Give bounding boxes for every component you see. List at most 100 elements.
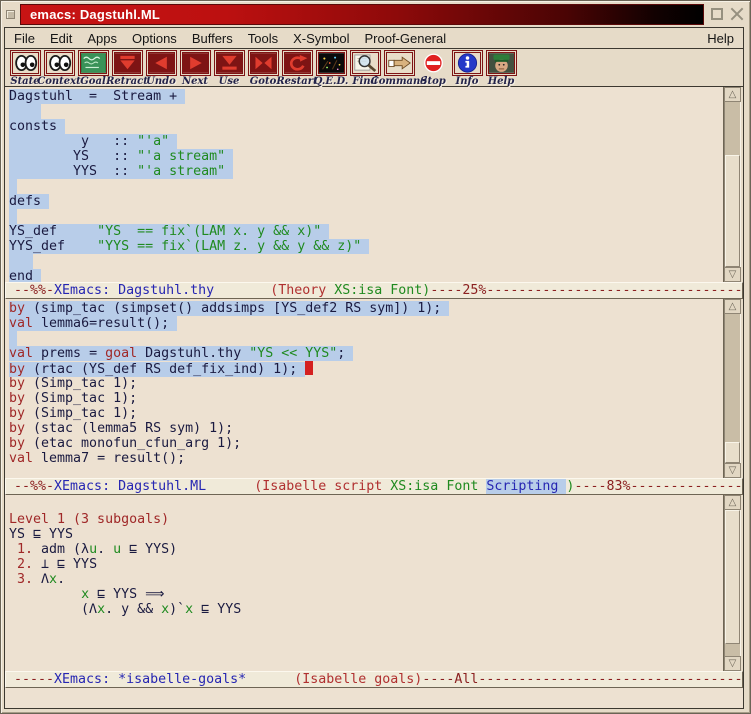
goto-button[interactable]: Goto <box>246 50 280 87</box>
goals-text-area[interactable]: Level 1 (3 subgoals)YS ⊑ YYS 1. adm (λu.… <box>5 495 723 671</box>
buffer-line: by (rtac (YS_def RS def_fix_ind) 1); <box>9 361 723 376</box>
scrollbar-track[interactable] <box>724 102 741 267</box>
buffer-line: val lemma7 = result(); <box>9 451 723 466</box>
goals-modeline: -----XEmacs: *isabelle-goals* (Isabelle … <box>5 671 743 688</box>
circular-arrow-icon <box>282 50 313 76</box>
buffer-line: by (etac monofun_cfun_arg 1); <box>9 436 723 451</box>
menu-item-options[interactable]: Options <box>132 31 177 46</box>
goal-button[interactable]: Goal <box>76 50 110 87</box>
theory-text-area[interactable]: Dagstuhl = Stream +consts y :: "'a" YS :… <box>5 87 723 282</box>
buffer-line: by (Simp_tac 1); <box>9 376 723 391</box>
buffer-line: by (Simp_tac 1); <box>9 391 723 406</box>
buffer-line: YS_def "YS == fix`(LAM x. y && x)" <box>9 224 723 239</box>
scrollbar-thumb[interactable] <box>725 155 740 267</box>
scrollbar-thumb[interactable] <box>725 442 740 463</box>
buffer-line: 2. ⊥ ⊑ YYS <box>9 557 723 572</box>
window-menu-icon[interactable] <box>6 10 15 19</box>
buffer-line: YYS_def "YYS == fix`(LAM z. y && y && z)… <box>9 239 723 254</box>
eyes-icon <box>10 50 41 76</box>
toolbar-button-label: Goto <box>250 76 277 87</box>
bowtie-icon <box>248 50 279 76</box>
theory-scrollbar: △ ▽ <box>723 87 743 282</box>
scrollbar-track[interactable] <box>724 314 741 463</box>
menu-item-apps[interactable]: Apps <box>87 31 117 46</box>
stop-button[interactable]: Stop <box>416 50 450 87</box>
use-button[interactable]: Use <box>212 50 246 87</box>
command-button[interactable]: Command <box>382 50 416 87</box>
scroll-down-icon[interactable]: ▽ <box>724 656 741 671</box>
goals-scrollbar: △ ▽ <box>723 495 743 671</box>
retract-button[interactable]: Retract <box>110 50 144 87</box>
no-entry-icon <box>418 50 449 76</box>
triangle-left-icon <box>146 50 177 76</box>
scrollbar-thumb[interactable] <box>725 510 740 644</box>
pointing-hand-icon <box>384 50 415 76</box>
info-button[interactable]: Info <box>450 50 484 87</box>
script-text-area[interactable]: by (simp_tac (simpset() addsimps [YS_def… <box>5 299 723 478</box>
buffer-line: 1. adm (λu. u ⊑ YYS) <box>9 542 723 557</box>
echo-area[interactable] <box>5 688 743 708</box>
toolbar-button-label: Context <box>37 76 80 87</box>
scroll-down-icon[interactable]: ▽ <box>724 463 741 478</box>
toolbar: StateContextGoalRetractUndoNextUseGotoRe… <box>5 49 743 87</box>
menu-item-buffers[interactable]: Buffers <box>192 31 233 46</box>
next-button[interactable]: Next <box>178 50 212 87</box>
buffer-line: defs <box>9 194 723 209</box>
script-modeline: --%%-XEmacs: Dagstuhl.ML (Isabelle scrip… <box>5 478 743 495</box>
scrollbar-track[interactable] <box>724 510 741 656</box>
buffer-line: 3. Λx. <box>9 572 723 587</box>
buffer-line <box>9 209 723 224</box>
buffer-line <box>9 254 723 269</box>
scroll-up-icon[interactable]: △ <box>724 495 741 510</box>
triangle-right-icon <box>180 50 211 76</box>
fireworks-icon <box>316 50 347 76</box>
toolbar-button-label: Next <box>182 76 208 87</box>
menu-item-file[interactable]: File <box>14 31 35 46</box>
buffer-line: by (simp_tac (simpset() addsimps [YS_def… <box>9 301 723 316</box>
menu-item-help[interactable]: Help <box>707 31 734 46</box>
menu-item-proof-general[interactable]: Proof-General <box>364 31 446 46</box>
toolbar-button-label: Use <box>219 76 240 87</box>
toolbar-button-label: Undo <box>146 76 176 87</box>
scroll-down-icon[interactable]: ▽ <box>724 267 741 282</box>
editor: Dagstuhl = Stream +consts y :: "'a" YS :… <box>5 87 743 708</box>
toolbar-button-label: Goal <box>80 76 106 87</box>
buffer-line <box>9 179 723 194</box>
triangle-up-bar-icon <box>112 50 143 76</box>
eyes-icon <box>44 50 75 76</box>
buffer-line: (Λx. y && x)`x ⊑ YYS <box>9 602 723 617</box>
toolbar-button-label: Help <box>488 76 515 87</box>
window-controls <box>709 7 746 21</box>
triangle-down-bar-icon <box>214 50 245 76</box>
toolbar-button-label: Restart <box>276 76 317 87</box>
officer-face-icon <box>486 50 517 76</box>
scroll-up-icon[interactable]: △ <box>724 87 741 102</box>
maximize-icon[interactable] <box>711 8 723 20</box>
close-icon[interactable] <box>730 7 744 21</box>
undo-button[interactable]: Undo <box>144 50 178 87</box>
buffer-line: Level 1 (3 subgoals) <box>9 512 723 527</box>
buffer-line: end <box>9 269 723 282</box>
scroll-up-icon[interactable]: △ <box>724 299 741 314</box>
buffer-line: val prems = goal Dagstuhl.thy "YS << YYS… <box>9 346 723 361</box>
restart-button[interactable]: Restart <box>280 50 314 87</box>
buffer-line: by (Simp_tac 1); <box>9 406 723 421</box>
qed-button[interactable]: Q.E.D. <box>314 50 348 87</box>
menu-item-edit[interactable]: Edit <box>50 31 72 46</box>
buffer-line: val lemma6=result(); <box>9 316 723 331</box>
toolbar-button-label: Info <box>456 76 479 87</box>
frame: File Edit Apps Options Buffers Tools X-Symbol P… <box>4 27 744 709</box>
toolbar-button-label: State <box>10 76 39 87</box>
toolbar-button-label: Retract <box>106 76 148 87</box>
menu-item-tools[interactable]: Tools <box>248 31 278 46</box>
buffer-line: y :: "'a" <box>9 134 723 149</box>
buffer-line: consts <box>9 119 723 134</box>
menubar: File Edit Apps Options Buffers Tools X-Symbol P… <box>5 28 743 49</box>
titlebar-gradient[interactable]: emacs: Dagstuhl.ML <box>20 4 704 25</box>
menu-item-x-symbol[interactable]: X-Symbol <box>293 31 349 46</box>
help-button[interactable]: Help <box>484 50 518 87</box>
buffer-line <box>9 331 723 346</box>
chalkboard-icon <box>78 50 109 76</box>
script-scrollbar: △ ▽ <box>723 299 743 478</box>
context-button[interactable]: Context <box>42 50 76 87</box>
